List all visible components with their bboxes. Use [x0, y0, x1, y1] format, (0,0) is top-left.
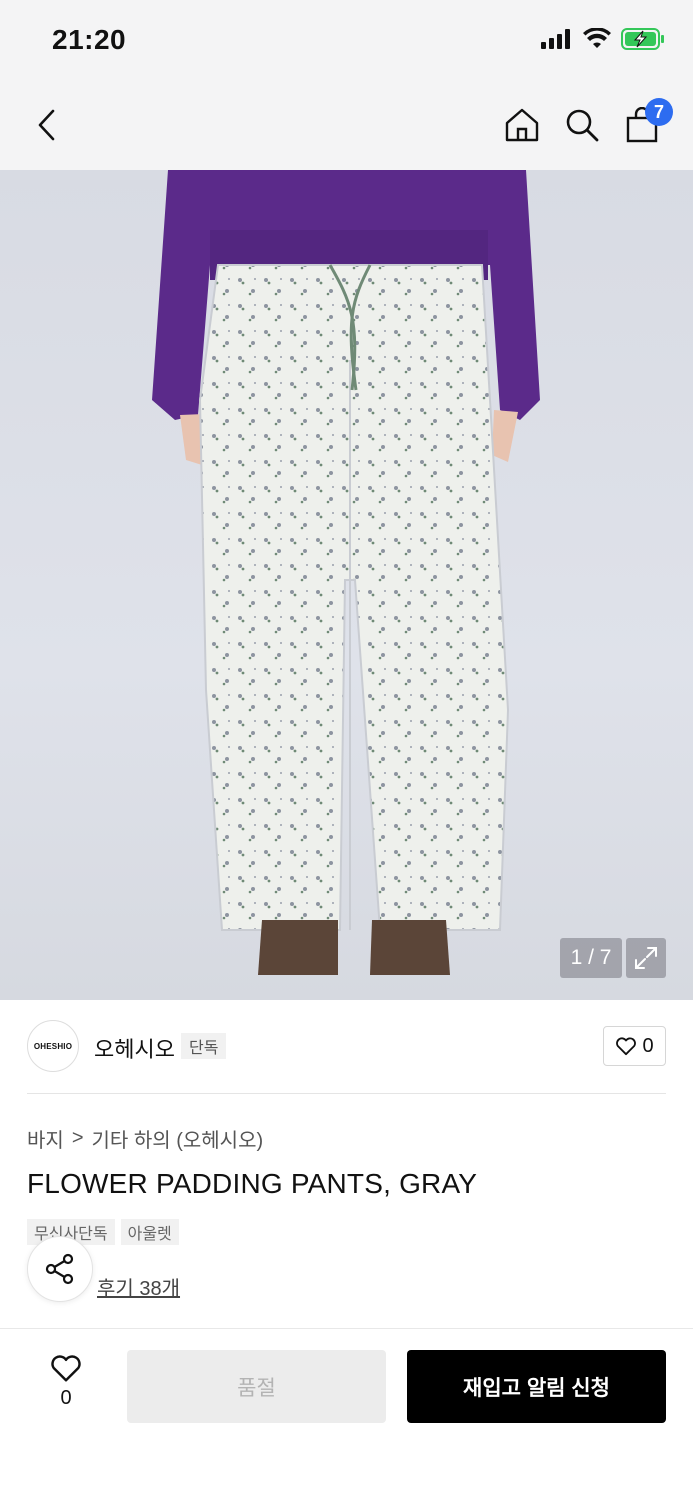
product-photo — [152, 170, 540, 975]
restock-alert-button[interactable]: 재입고 알림 신청 — [407, 1350, 666, 1423]
sold-out-button[interactable]: 품절 — [127, 1350, 386, 1423]
brand-logo[interactable]: OHESHIO — [27, 1020, 79, 1072]
breadcrumb-subcategory[interactable]: 기타 하의 (오헤시오) — [92, 1124, 264, 1153]
reviews-link[interactable]: 후기 38개 — [97, 1272, 180, 1301]
brand-exclusive-tag: 단독 — [181, 1033, 227, 1059]
image-counter: 1 / 7 — [560, 938, 622, 978]
battery-charging-icon — [621, 28, 664, 50]
heart-icon — [51, 1355, 81, 1382]
status-time: 21:20 — [52, 24, 127, 55]
nav-bar: 7 — [0, 82, 693, 170]
back-button[interactable] — [22, 100, 72, 150]
heart-icon — [616, 1037, 637, 1056]
cart-count-badge: 7 — [645, 98, 673, 126]
brand-logo-text: OHESHIO — [33, 1041, 73, 1051]
wishlist-button[interactable]: 0 — [46, 1353, 86, 1410]
status-bar: 21:20 — [0, 0, 693, 82]
wishlist-count: 0 — [60, 1387, 72, 1409]
bottom-action-bar: 0 품절 재입고 알림 신청 — [0, 1328, 693, 1500]
breadcrumb-separator: > — [71, 1127, 84, 1149]
search-button[interactable] — [557, 100, 607, 150]
signal-icon — [541, 29, 570, 49]
search-icon — [566, 109, 599, 142]
breadcrumb-category[interactable]: 바지 — [27, 1124, 64, 1153]
chevron-left-icon — [38, 109, 55, 141]
brand-row: OHESHIO 오헤시오 단독 0 — [0, 1000, 693, 1094]
expand-icon — [635, 947, 657, 969]
product-image[interactable] — [0, 170, 693, 1000]
share-icon — [45, 1253, 74, 1285]
home-icon — [505, 108, 539, 142]
product-tag: 아울렛 — [120, 1219, 179, 1245]
share-button[interactable] — [27, 1236, 93, 1302]
status-icons — [541, 28, 665, 50]
wifi-icon — [583, 28, 611, 48]
breadcrumb: 바지 > 기타 하의 (오헤시오) — [27, 1124, 263, 1153]
expand-image-button[interactable] — [626, 938, 666, 978]
home-button[interactable] — [497, 100, 547, 150]
divider — [27, 1093, 666, 1094]
brand-like-count: 0 — [642, 1034, 654, 1057]
brand-like-button[interactable]: 0 — [603, 1026, 666, 1066]
brand-name[interactable]: 오헤시오 — [94, 1032, 175, 1064]
cart-button[interactable]: 7 — [617, 98, 673, 150]
product-title: FLOWER PADDING PANTS, GRAY — [27, 1168, 478, 1199]
